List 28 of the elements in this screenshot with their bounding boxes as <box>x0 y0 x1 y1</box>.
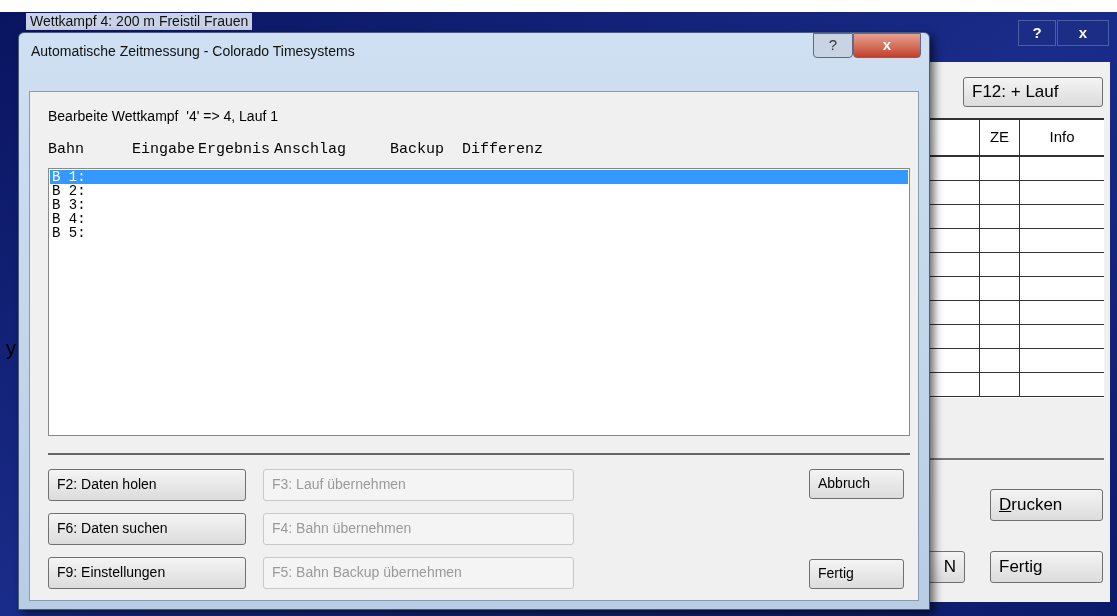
column-header: Backup <box>390 141 444 158</box>
add-heat-button[interactable]: F12: + Lauf <box>963 77 1103 107</box>
action-button[interactable]: F6: Daten suchen <box>48 512 246 545</box>
done-button[interactable]: Fertig <box>990 551 1103 583</box>
column-header: Eingabe <box>132 141 195 158</box>
column-header: Info <box>1048 127 1076 148</box>
window-title: Wettkampf 4: 200 m Freistil Frauen <box>26 13 253 30</box>
lane-item[interactable]: B 3: <box>50 197 908 212</box>
cancel-button[interactable]: Abbruch <box>809 468 904 499</box>
print-button[interactable]: Drucken <box>990 489 1103 521</box>
done-button[interactable]: Fertig <box>809 558 904 589</box>
column-header: Anschlag <box>274 141 346 158</box>
close-button[interactable]: x <box>1057 20 1109 46</box>
column-header: ZE <box>980 120 1020 155</box>
column-header: Differenz <box>462 141 543 158</box>
column-header: Bahn <box>48 141 84 158</box>
heading-text: Bearbeite Wettkampf '4' => 4, Lauf 1 <box>48 107 279 126</box>
help-button[interactable]: ? <box>813 33 853 58</box>
dialog-title: Automatische Zeitmessung - Colorado Timesystems <box>31 42 355 61</box>
lane-item[interactable]: B 2: <box>50 183 908 198</box>
column-header: Ergebnis <box>198 141 270 158</box>
edge-text: y <box>6 338 16 358</box>
lane-item[interactable]: B 4: <box>50 211 908 226</box>
mnemonic-letter: D <box>999 495 1012 515</box>
action-button[interactable]: F2: Daten holen <box>48 468 246 501</box>
lane-item[interactable]: B 5: <box>50 225 908 240</box>
help-button[interactable]: ? <box>1018 20 1056 46</box>
action-button[interactable]: F9: Einstellungen <box>48 556 246 589</box>
